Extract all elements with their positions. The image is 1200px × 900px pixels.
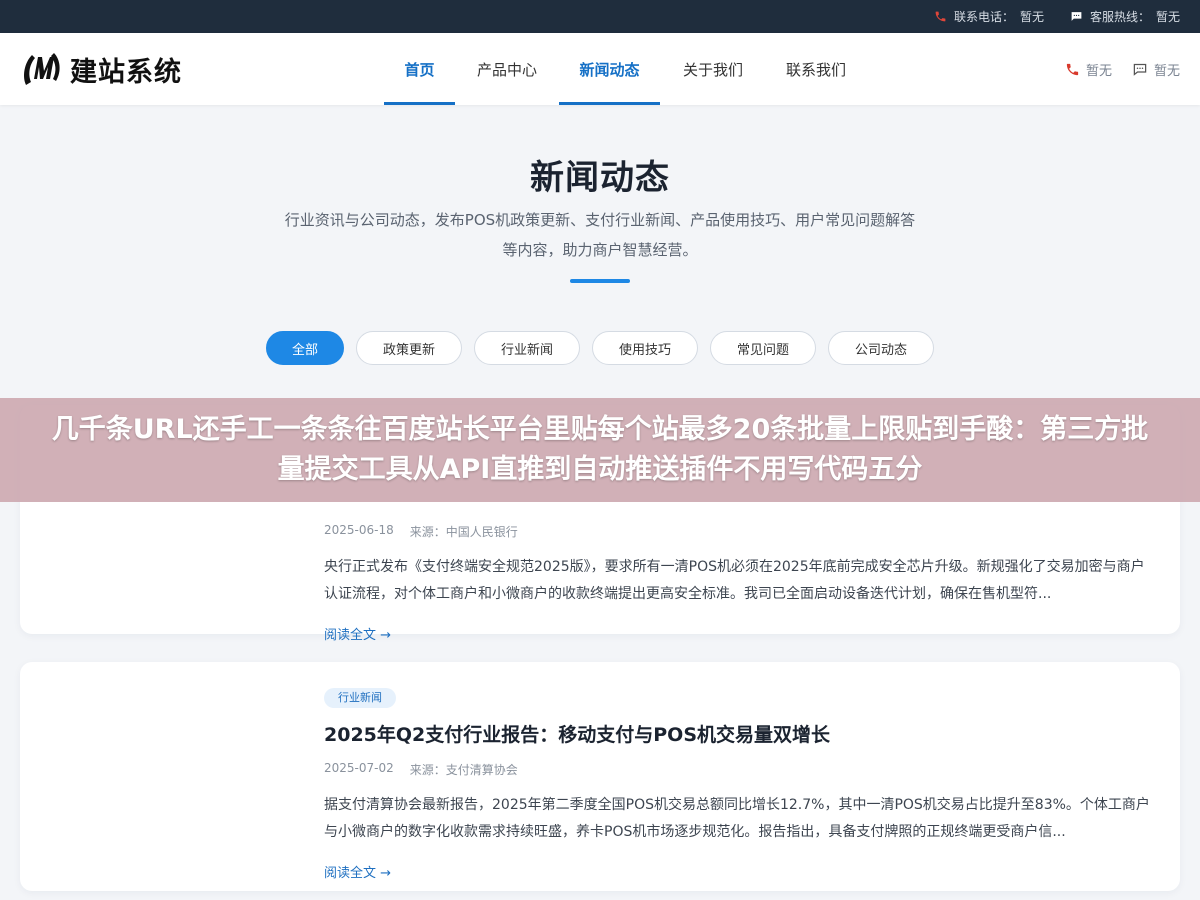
read-more-link[interactable]: 阅读全文 → [324,624,391,643]
chat-icon [1133,63,1147,76]
article-date: 2025-06-18 [324,523,394,537]
topbar-phone[interactable]: 联系电话： 暂无 [934,8,1044,25]
filter-tips[interactable]: 使用技巧 [592,331,698,365]
nav-about[interactable]: 关于我们 [660,33,766,105]
nav-about-label: 关于我们 [682,60,743,79]
nav-active-underline [384,102,455,105]
filter-company[interactable]: 公司动态 [828,331,934,365]
nav-home-label: 首页 [404,60,435,79]
topbar-hotline[interactable]: 客服热线： 暂无 [1070,8,1180,25]
header-phone[interactable]: 暂无 [1065,60,1112,79]
article-source: 来源：支付清算协会 [409,763,518,777]
article-excerpt: 央行正式发布《支付终端安全规范2025版》，要求所有一清POS机必须在2025年… [324,559,1145,602]
page-title: 新闻动态 [530,158,670,198]
article-tag: 行业新闻 [324,688,396,708]
header-chat[interactable]: 暂无 [1132,60,1180,79]
topbar-hotline-value: 暂无 [1155,10,1180,24]
site-logo[interactable]: 建站系统 [20,49,182,89]
page-description-line: 等内容，助力商户智慧经营。 [502,241,698,259]
logo-mark-icon [24,53,60,85]
article-excerpt: 据支付清算协会最新报告，2025年第二季度全国POS机交易总额同比增长12.7%… [324,797,1150,840]
filter-industry[interactable]: 行业新闻 [474,331,580,365]
phone-icon [934,10,948,24]
nav-home[interactable]: 首页 [384,33,455,105]
article-meta: 2025-07-02 来源：支付清算协会 [324,761,1156,778]
topbar-phone-label: 联系电话： [953,10,1014,24]
article-meta: 2025-06-18 来源：中国人民银行 [324,523,1156,540]
article-card[interactable]: 行业新闻 2025年Q2支付行业报告：移动支付与POS机交易量双增长 2025-… [20,662,1180,891]
main-nav: 首页 产品中心 新闻动态 关于我们 联系我们 [384,33,866,105]
filter-all[interactable]: 全部 [266,331,344,365]
filter-policy[interactable]: 政策更新 [356,331,462,365]
nav-news-label: 新闻动态 [579,60,640,79]
topbar-phone-value: 暂无 [1019,10,1044,24]
top-info-bar: 联系电话： 暂无 客服热线： 暂无 [0,0,1200,33]
title-accent-bar [570,279,630,283]
header-phone-value: 暂无 [1085,63,1112,79]
article-date: 2025-07-02 [324,761,394,775]
article-body: 行业新闻 2025年Q2支付行业报告：移动支付与POS机交易量双增长 2025-… [324,686,1156,881]
overlay-banner: 几千条URL还手工一条条往百度站长平台里贴每个站最多20条批量上限贴到手酸：第三… [0,398,1200,502]
logo-text: 建站系统 [70,56,182,88]
nav-products[interactable]: 产品中心 [455,33,559,105]
article-source: 来源：中国人民银行 [409,525,518,539]
nav-contact-label: 联系我们 [785,60,846,79]
banner-text: 几千条URL还手工一条条往百度站长平台里贴每个站最多20条批量上限贴到手酸：第三… [51,414,1149,485]
topbar-hotline-label: 客服热线： [1089,10,1150,24]
chat-icon [1070,10,1084,24]
article-thumbnail[interactable] [44,686,304,866]
nav-products-label: 产品中心 [476,60,537,79]
article-title[interactable]: 2025年Q2支付行业报告：移动支付与POS机交易量双增长 [324,720,1156,747]
header-chat-value: 暂无 [1153,63,1180,79]
nav-active-underline [559,102,660,105]
nav-news[interactable]: 新闻动态 [559,33,660,105]
header-contact: 暂无 暂无 [1065,33,1180,105]
nav-contact[interactable]: 联系我们 [766,33,866,105]
page-description: 行业资讯与公司动态，发布POS机政策更新、支付行业新闻、产品使用技巧、用户常见问… [260,205,940,265]
read-more-link[interactable]: 阅读全文 → [324,862,391,881]
phone-icon [1066,63,1079,75]
page-description-line: 行业资讯与公司动态，发布POS机政策更新、支付行业新闻、产品使用技巧、用户常见问… [284,211,916,229]
filter-faq[interactable]: 常见问题 [710,331,816,365]
category-filters: 全部 政策更新 行业新闻 使用技巧 常见问题 公司动态 [266,331,934,365]
site-header: 建站系统 首页 产品中心 新闻动态 关于我们 联系我们 暂无 暂无 [0,33,1200,105]
